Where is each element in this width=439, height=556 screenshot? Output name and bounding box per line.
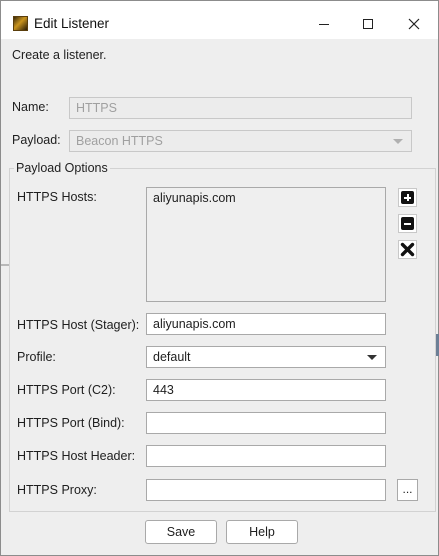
host-header-field[interactable] <box>146 445 386 467</box>
port-bind-field[interactable] <box>146 412 386 434</box>
payload-label: Payload: <box>12 133 61 147</box>
add-host-button[interactable] <box>398 188 417 207</box>
remove-host-button[interactable] <box>398 214 417 233</box>
port-c2-field[interactable]: 443 <box>146 379 386 401</box>
maximize-button[interactable] <box>345 9 391 39</box>
proxy-browse-button[interactable]: ... <box>397 479 418 501</box>
chevron-down-icon <box>367 355 377 360</box>
background-edge <box>1 264 9 266</box>
close-button[interactable] <box>391 9 437 39</box>
maximize-icon <box>363 19 373 29</box>
save-button[interactable]: Save <box>145 520 217 544</box>
port-c2-label: HTTPS Port (C2): <box>17 383 116 397</box>
https-hosts-list[interactable]: aliyunapis.com <box>146 187 386 302</box>
payload-value: Beacon HTTPS <box>76 134 163 148</box>
name-label: Name: <box>12 100 49 114</box>
port-bind-label: HTTPS Port (Bind): <box>17 416 125 430</box>
clear-hosts-button[interactable] <box>398 240 417 259</box>
payload-select: Beacon HTTPS <box>69 130 412 152</box>
name-value: HTTPS <box>76 101 117 115</box>
stager-host-label: HTTPS Host (Stager): <box>17 318 140 332</box>
add-icon <box>401 191 414 204</box>
stager-host-value: aliyunapis.com <box>153 317 236 331</box>
host-header-label: HTTPS Host Header: <box>17 449 136 463</box>
app-icon <box>13 16 28 31</box>
https-hosts-label: HTTPS Hosts: <box>17 190 97 204</box>
close-icon <box>408 18 420 30</box>
payload-options-title: Payload Options <box>14 161 110 175</box>
profile-value: default <box>153 350 191 364</box>
name-field: HTTPS <box>69 97 412 119</box>
title-bar[interactable]: Edit Listener <box>1 1 438 39</box>
stager-host-field[interactable]: aliyunapis.com <box>146 313 386 335</box>
clear-icon <box>400 242 415 257</box>
window-title: Edit Listener <box>34 16 110 31</box>
profile-label: Profile: <box>17 350 56 364</box>
profile-select[interactable]: default <box>146 346 386 368</box>
proxy-label: HTTPS Proxy: <box>17 483 97 497</box>
edit-listener-dialog: Edit Listener Create a listener. Name: H… <box>0 0 439 556</box>
remove-icon <box>401 217 414 230</box>
minimize-button[interactable] <box>301 9 347 39</box>
intro-text: Create a listener. <box>12 48 107 62</box>
help-button[interactable]: Help <box>226 520 298 544</box>
minimize-icon <box>319 23 329 25</box>
chevron-down-icon <box>393 139 403 144</box>
list-item[interactable]: aliyunapis.com <box>153 191 379 205</box>
port-c2-value: 443 <box>153 383 174 397</box>
proxy-field[interactable] <box>146 479 386 501</box>
